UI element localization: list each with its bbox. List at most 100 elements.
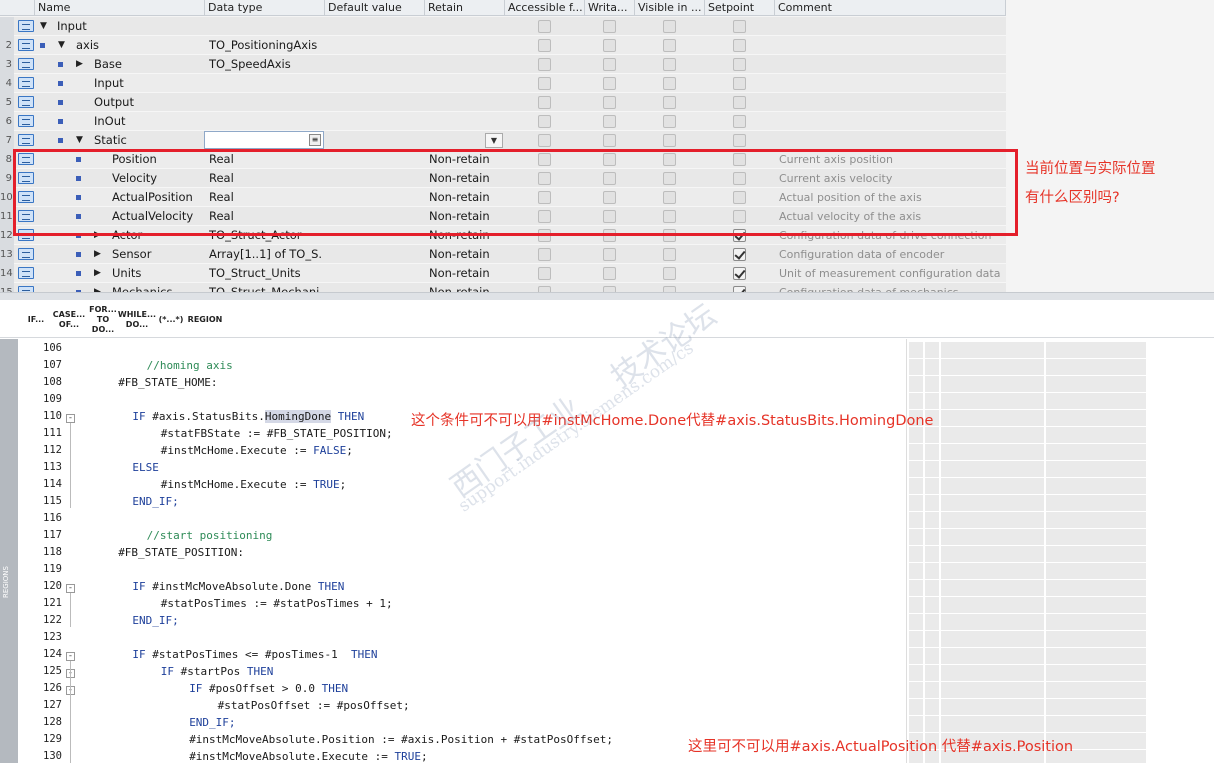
setpoint-checkbox[interactable] <box>733 248 746 261</box>
accessible-checkbox[interactable] <box>538 267 551 280</box>
member-comment[interactable] <box>779 74 1004 93</box>
data-type-edit-field[interactable]: ≡ <box>204 131 324 149</box>
visible-checkbox[interactable] <box>663 77 676 90</box>
table-row[interactable]: 6 InOut <box>0 112 1006 131</box>
accessible-checkbox[interactable] <box>538 134 551 147</box>
code-line[interactable]: ELSE <box>132 461 159 474</box>
member-comment[interactable] <box>779 93 1004 112</box>
member-retain[interactable] <box>429 74 503 93</box>
member-retain[interactable]: Non-retain <box>429 264 503 283</box>
member-name[interactable]: Output <box>94 93 205 112</box>
code-line[interactable]: IF #axis.StatusBits.HomingDone THEN <box>132 410 364 423</box>
member-name[interactable]: InOut <box>94 112 205 131</box>
expand-right-icon[interactable]: ▶ <box>94 269 101 278</box>
visible-checkbox[interactable] <box>663 115 676 128</box>
table-row[interactable]: 2 ▼ axis TO_PositioningAxis <box>0 36 1006 55</box>
fold-toggle-icon[interactable]: - <box>66 584 75 593</box>
member-comment[interactable] <box>779 112 1004 131</box>
setpoint-checkbox[interactable] <box>733 77 746 90</box>
member-name[interactable]: Sensor <box>112 245 205 264</box>
accessible-checkbox[interactable] <box>538 248 551 261</box>
member-comment[interactable]: Unit of measurement configuration data <box>779 264 1004 283</box>
member-name[interactable]: Input <box>94 74 205 93</box>
writable-checkbox[interactable] <box>603 248 616 261</box>
case-icon[interactable]: CASE... OF... <box>53 306 85 334</box>
visible-checkbox[interactable] <box>663 134 676 147</box>
writable-checkbox[interactable] <box>603 115 616 128</box>
member-data-type[interactable]: TO_SpeedAxis <box>209 55 323 74</box>
table-row[interactable]: ▼ Input <box>0 17 1006 36</box>
member-data-type[interactable] <box>209 112 323 131</box>
visible-checkbox[interactable] <box>663 267 676 280</box>
writable-checkbox[interactable] <box>603 267 616 280</box>
table-row[interactable]: 14 ▶ Units TO_Struct_Units Non-retain Unit of… <box>0 264 1006 283</box>
table-row[interactable]: 4 Input <box>0 74 1006 93</box>
accessible-checkbox[interactable] <box>538 115 551 128</box>
member-comment[interactable]: Configuration data of encoder <box>779 245 1004 264</box>
code-line[interactable]: END_IF; <box>132 495 178 508</box>
header-default-value[interactable]: Default value <box>325 0 425 16</box>
header-writable[interactable]: Writa... <box>585 0 635 16</box>
visible-checkbox[interactable] <box>663 248 676 261</box>
table-row[interactable]: 3 ▶ Base TO_SpeedAxis <box>0 55 1006 74</box>
accessible-checkbox[interactable] <box>538 77 551 90</box>
expand-right-icon[interactable]: ▶ <box>76 60 83 69</box>
code-line[interactable]: IF #statPosTimes <= #posTimes-1 THEN <box>132 648 377 661</box>
writable-checkbox[interactable] <box>603 96 616 109</box>
member-name[interactable]: Units <box>112 264 205 283</box>
code-line[interactable]: #instMcMoveAbsolute.Execute := TRUE; <box>189 750 427 763</box>
member-name[interactable]: Input <box>57 17 205 36</box>
writable-checkbox[interactable] <box>603 58 616 71</box>
setpoint-checkbox[interactable] <box>733 134 746 147</box>
setpoint-checkbox[interactable] <box>733 267 746 280</box>
member-data-type[interactable] <box>209 74 323 93</box>
member-retain[interactable] <box>429 112 503 131</box>
header-retain[interactable]: Retain <box>425 0 505 16</box>
setpoint-checkbox[interactable] <box>733 39 746 52</box>
expand-right-icon[interactable]: ▶ <box>94 250 101 259</box>
header-data-type[interactable]: Data type <box>205 0 325 16</box>
setpoint-checkbox[interactable] <box>733 58 746 71</box>
member-data-type[interactable]: TO_Struct_Units <box>209 264 323 283</box>
code-line[interactable]: IF #posOffset > 0.0 THEN <box>189 682 348 695</box>
code-line[interactable]: IF #instMcMoveAbsolute.Done THEN <box>132 580 344 593</box>
setpoint-checkbox[interactable] <box>733 20 746 33</box>
header-setpoint[interactable]: Setpoint <box>705 0 775 16</box>
code-line[interactable]: #FB_STATE_POSITION: <box>118 546 244 559</box>
if-icon[interactable]: IF... <box>22 306 50 334</box>
writable-checkbox[interactable] <box>603 20 616 33</box>
comment-icon[interactable]: (*...*) <box>155 306 187 334</box>
visible-checkbox[interactable] <box>663 58 676 71</box>
header-visible[interactable]: Visible in ... <box>635 0 705 16</box>
member-comment[interactable] <box>779 36 1004 55</box>
member-data-type[interactable] <box>209 17 323 36</box>
setpoint-checkbox[interactable] <box>733 115 746 128</box>
member-retain[interactable]: Non-retain <box>429 245 503 264</box>
expand-down-icon[interactable]: ▼ <box>76 136 83 145</box>
header-comment[interactable]: Comment <box>775 0 1006 16</box>
fold-toggle-icon[interactable]: - <box>66 414 75 423</box>
member-retain[interactable] <box>429 36 503 55</box>
member-name[interactable]: Base <box>94 55 205 74</box>
writable-checkbox[interactable] <box>603 134 616 147</box>
accessible-checkbox[interactable] <box>538 39 551 52</box>
table-row[interactable]: 13 ▶ Sensor Array[1..1] of TO_S... Non-retai… <box>0 245 1006 264</box>
writable-checkbox[interactable] <box>603 77 616 90</box>
region-icon[interactable]: REGION <box>188 306 223 334</box>
header-accessible[interactable]: Accessible f... <box>505 0 585 16</box>
header-name[interactable]: Name <box>35 0 205 16</box>
member-data-type[interactable] <box>209 93 323 112</box>
pane-splitter[interactable] <box>0 292 1214 300</box>
for-icon[interactable]: FOR... TO DO... <box>87 305 119 334</box>
setpoint-checkbox[interactable] <box>733 96 746 109</box>
code-line[interactable]: #instMcHome.Execute := TRUE; <box>161 478 346 491</box>
expand-down-icon[interactable]: ▼ <box>58 41 65 50</box>
code-line[interactable]: #statFBState := #FB_STATE_POSITION; <box>161 427 393 440</box>
code-line[interactable]: END_IF; <box>189 716 235 729</box>
accessible-checkbox[interactable] <box>538 20 551 33</box>
member-retain[interactable] <box>429 55 503 74</box>
retain-dropdown-icon[interactable]: ▼ <box>485 133 503 148</box>
visible-checkbox[interactable] <box>663 39 676 52</box>
member-data-type[interactable]: TO_PositioningAxis <box>209 36 323 55</box>
fold-toggle-icon[interactable]: - <box>66 652 75 661</box>
